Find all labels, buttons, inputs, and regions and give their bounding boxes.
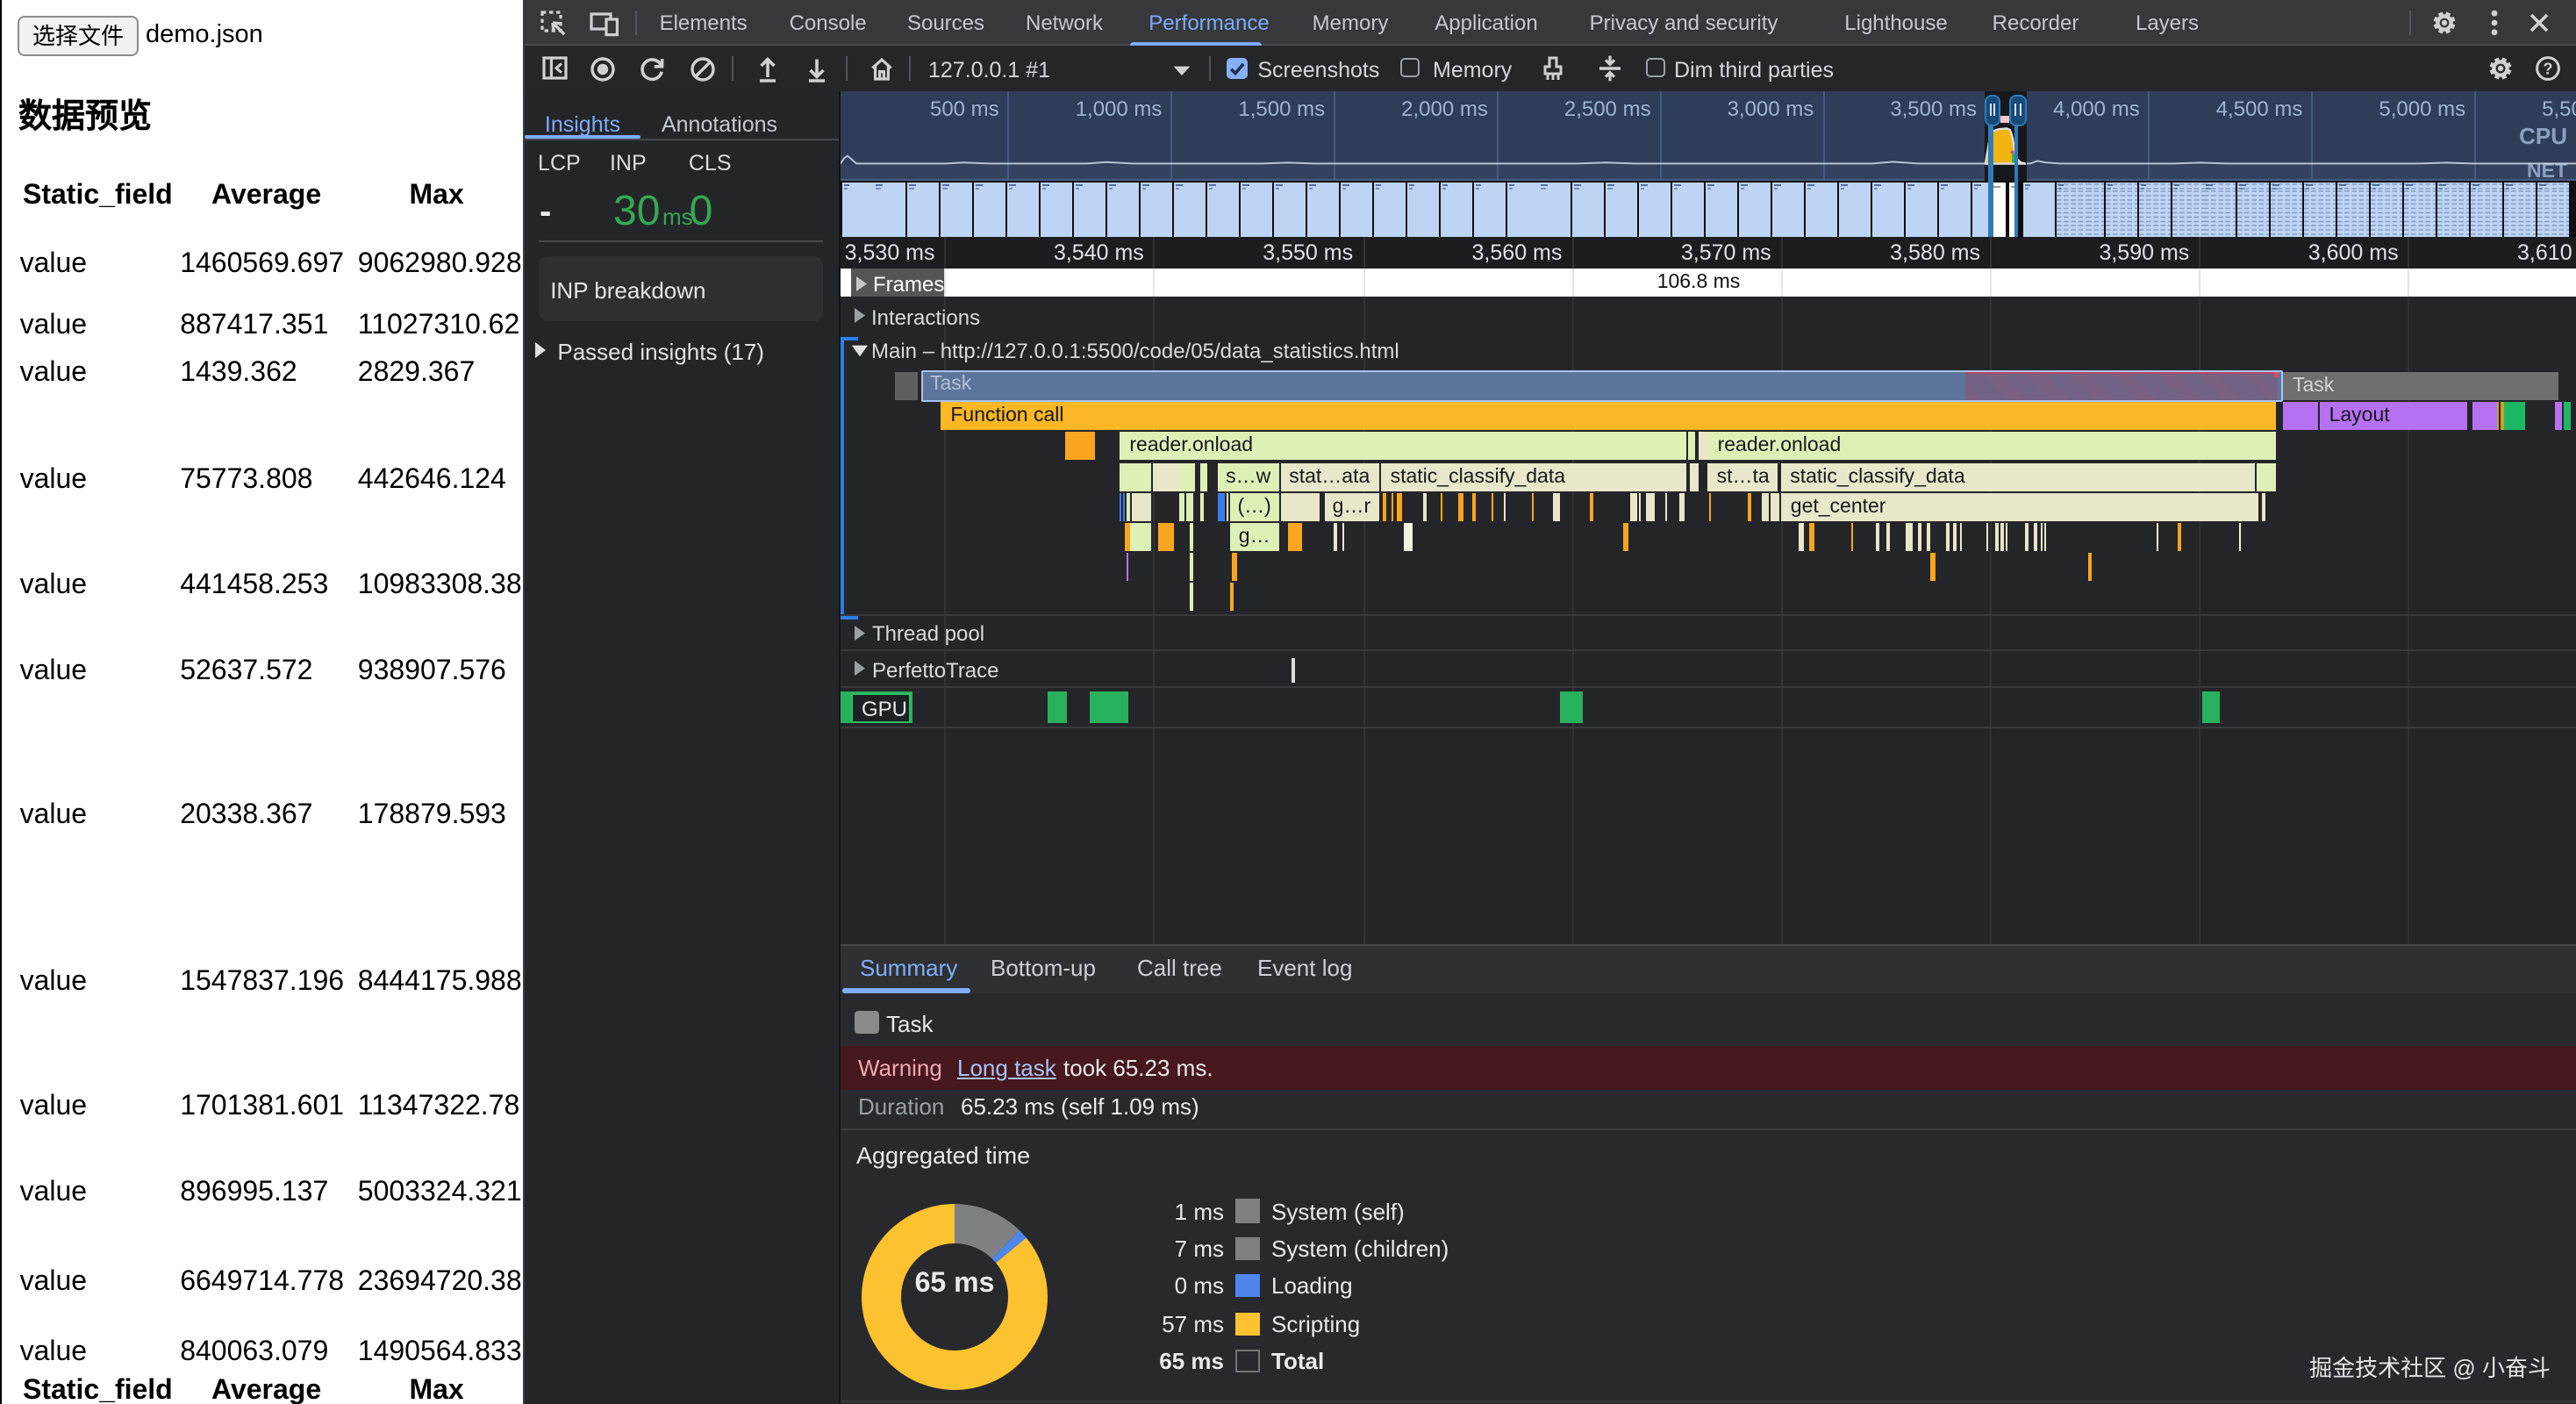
svg-text:?: ? <box>2544 60 2553 77</box>
